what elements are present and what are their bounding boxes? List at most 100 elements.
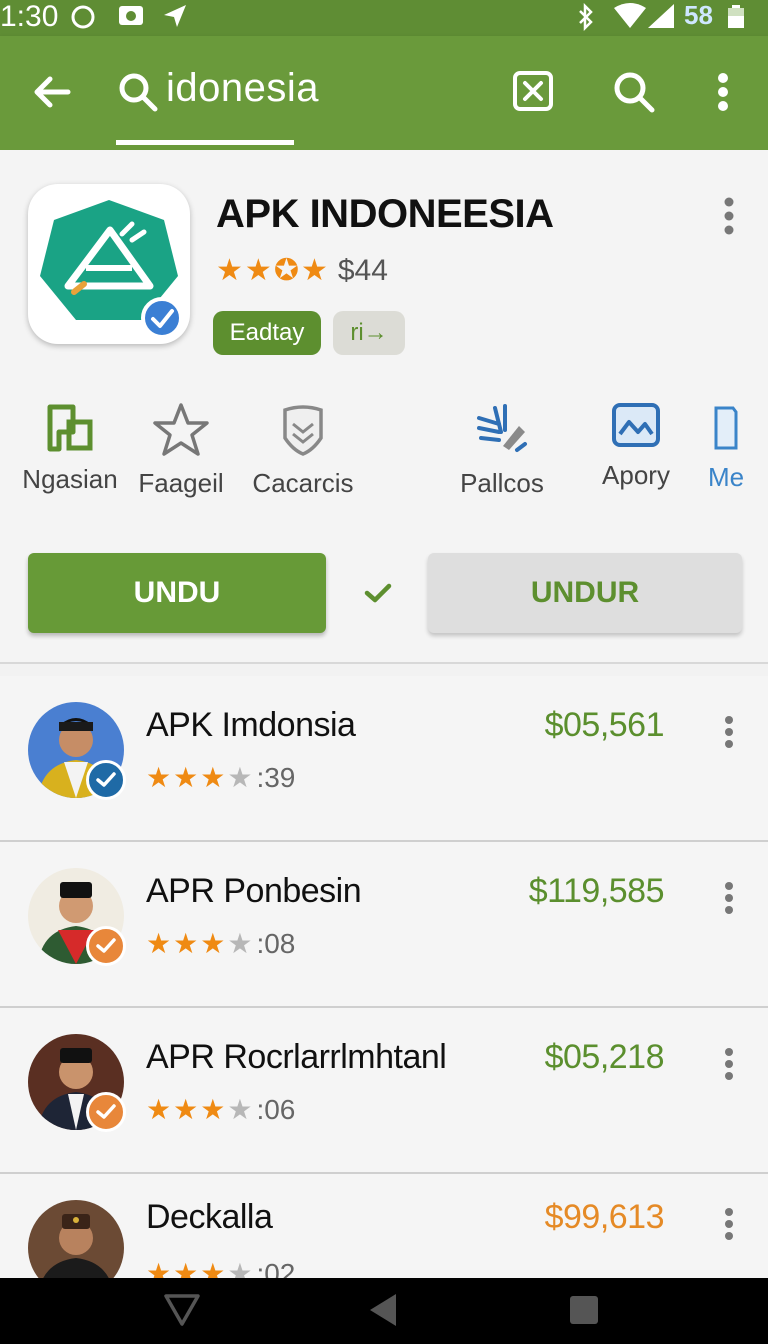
- item-title: APK Imdonsia: [146, 706, 356, 744]
- item-overflow-menu-icon[interactable]: [716, 878, 742, 918]
- avatar: [28, 868, 126, 966]
- item-price: $05,218: [544, 1038, 665, 1076]
- camera-icon: [118, 3, 144, 34]
- uninstall-button[interactable]: UNDUR: [428, 553, 742, 633]
- document-icon: [714, 406, 738, 450]
- category-label: Faageil: [138, 468, 224, 498]
- category-pallcos[interactable]: Pallcos: [456, 402, 548, 499]
- battery-icon: [726, 4, 746, 37]
- item-rating: ★ ★ ★ ★ :02: [146, 1258, 295, 1278]
- back-arrow-icon[interactable]: [30, 70, 74, 114]
- star-empty-icon: ★: [227, 1258, 253, 1279]
- app-logo-icon[interactable]: [28, 184, 190, 344]
- item-overflow-menu-icon[interactable]: [716, 1204, 742, 1244]
- star-icon: ★: [200, 762, 226, 793]
- list-item[interactable]: APR Ponbesin ★ ★ ★ ★ :08 $119,585: [0, 842, 768, 1008]
- search-icon: [118, 72, 158, 112]
- search-input-underline: [116, 140, 294, 145]
- item-review-count: :39: [256, 762, 296, 793]
- item-overflow-menu-icon[interactable]: [716, 712, 742, 752]
- star-icon: ★: [244, 254, 272, 287]
- bluetooth-icon: [576, 2, 596, 38]
- app-rating: ★ ★ ✪ ★ $44: [216, 254, 388, 288]
- star-icon: ★: [173, 1258, 199, 1279]
- star-icon: ★: [200, 928, 226, 959]
- star-icon: ★: [300, 254, 328, 287]
- verified-badge-icon: [86, 760, 126, 800]
- location-icon: [162, 3, 188, 36]
- item-rating: ★ ★ ★ ★ :06: [146, 1094, 295, 1126]
- image-icon: [612, 403, 660, 447]
- star-icon: ★: [216, 254, 243, 287]
- star-icon: ★: [200, 1094, 226, 1125]
- item-rating: ★ ★ ★ ★ :39: [146, 762, 295, 794]
- star-icon: ★: [146, 1258, 172, 1279]
- star-empty-icon: ★: [227, 1094, 253, 1125]
- nav-home-icon[interactable]: [366, 1290, 400, 1335]
- category-apory[interactable]: Apory: [598, 402, 674, 491]
- wifi-icon: [612, 2, 648, 37]
- verified-badge-icon: [140, 296, 184, 345]
- nav-recents-icon[interactable]: [568, 1290, 600, 1335]
- category-label: Ngasian: [22, 464, 118, 494]
- overflow-menu-icon[interactable]: [708, 70, 738, 114]
- clear-search-button[interactable]: [512, 70, 554, 112]
- item-title: Deckalla: [146, 1198, 273, 1236]
- star-icon: ★: [173, 1094, 199, 1125]
- category-faageil[interactable]: Faageil: [136, 402, 226, 499]
- star-icon: ★: [146, 1094, 172, 1125]
- category-label: Apory: [602, 460, 670, 490]
- tag-primary[interactable]: Eadtay: [213, 311, 321, 355]
- item-price: $05,561: [544, 706, 665, 744]
- category-label: Cacarcis: [252, 468, 354, 498]
- list-item[interactable]: APK Imdonsia ★ ★ ★ ★ :39 $05,561: [0, 676, 768, 842]
- system-nav-bar: [0, 1278, 768, 1344]
- app-title: APK INDONEESIA: [216, 192, 554, 236]
- alarm-icon: [70, 4, 96, 37]
- star-icon: ★: [200, 1258, 226, 1279]
- app-price: $44: [337, 254, 388, 287]
- download-button[interactable]: UNDU: [28, 553, 326, 633]
- item-title: APR Rocrlarrlmhtanl: [146, 1038, 447, 1076]
- item-price: $119,585: [528, 872, 665, 910]
- verified-badge-icon: [86, 1092, 126, 1132]
- item-review-count: :06: [256, 1094, 296, 1125]
- avatar: [28, 1034, 126, 1132]
- star-icon: [153, 403, 209, 456]
- category-label: Me: [707, 462, 745, 492]
- avatar: [28, 702, 126, 800]
- category-cacarcis[interactable]: Cacarcis: [248, 402, 358, 499]
- app-header-card: APK INDONEESIA ★ ★ ✪ ★ $44 Eadtay ri→ Ng…: [0, 150, 768, 664]
- search-button[interactable]: [612, 70, 656, 114]
- star-empty-icon: ★: [227, 928, 253, 959]
- list-item[interactable]: APR Rocrlarrlmhtanl ★ ★ ★ ★ :06 $05,218: [0, 1008, 768, 1174]
- check-icon: [364, 582, 392, 604]
- star-icon: ★: [146, 762, 172, 793]
- item-review-count: :08: [256, 928, 296, 959]
- verified-badge-icon: [86, 926, 126, 966]
- search-input[interactable]: idonesia: [166, 66, 319, 111]
- item-price: $99,613: [544, 1198, 665, 1236]
- signal-icon: [646, 2, 676, 37]
- leaf-pen-icon: [477, 404, 527, 452]
- category-ngasian[interactable]: Ngasian: [22, 402, 118, 495]
- avatar: [28, 1200, 124, 1278]
- list-item[interactable]: Deckalla ★ ★ ★ ★ :02 $99,613: [0, 1174, 768, 1278]
- star-empty-icon: ★: [227, 762, 253, 793]
- tag-secondary[interactable]: ri→: [333, 311, 405, 355]
- app-tile-icon: [47, 404, 93, 452]
- item-rating: ★ ★ ★ ★ :08: [146, 928, 295, 960]
- star-icon: ★: [173, 928, 199, 959]
- item-review-count: :02: [256, 1258, 296, 1278]
- item-overflow-menu-icon[interactable]: [716, 1044, 742, 1084]
- item-title: APR Ponbesin: [146, 872, 362, 910]
- star-icon: ★: [146, 928, 172, 959]
- star-icon: ★: [173, 762, 199, 793]
- category-me[interactable]: Me: [704, 402, 748, 493]
- app-overflow-menu-icon[interactable]: [716, 194, 742, 238]
- star-half-icon: ✪: [273, 254, 299, 287]
- search-app-bar: idonesia: [0, 36, 768, 150]
- status-time: 1:30: [0, 0, 59, 33]
- network-label: 58: [684, 0, 713, 30]
- nav-back-icon[interactable]: [162, 1290, 202, 1335]
